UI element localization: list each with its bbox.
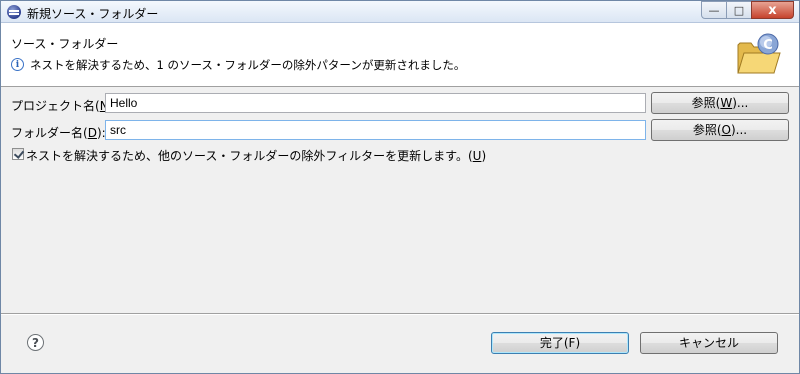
finish-button[interactable]: 完了(F) <box>491 332 629 354</box>
minimize-icon: — <box>708 3 720 17</box>
new-source-folder-dialog: 新規ソース・フォルダー — □ x ソース・フォルダー i ネストを解決するため… <box>0 0 800 374</box>
folder-name-label: フォルダー名(D): <box>11 126 106 140</box>
project-browse-button[interactable]: 参照(W)... <box>651 92 789 114</box>
cancel-button[interactable]: キャンセル <box>640 332 778 354</box>
help-icon[interactable]: ? <box>27 334 44 351</box>
title-bar[interactable]: 新規ソース・フォルダー — □ x <box>1 1 799 23</box>
close-button[interactable]: x <box>751 1 794 19</box>
banner-title: ソース・フォルダー <box>11 37 119 51</box>
minimize-button[interactable]: — <box>701 1 727 19</box>
update-exclusion-filter-checkbox[interactable] <box>12 148 24 160</box>
banner-message: ネストを解決するため、1 のソース・フォルダーの除外パターンが更新されました。 <box>30 58 466 72</box>
project-name-label: プロジェクト名(N): <box>11 99 117 113</box>
folder-name-input[interactable] <box>105 120 646 140</box>
c-letter-icon: C <box>763 38 773 53</box>
footer-separator <box>1 313 799 315</box>
eclipse-app-icon <box>7 5 21 19</box>
header-banner: ソース・フォルダー i ネストを解決するため、1 のソース・フォルダーの除外パタ… <box>1 23 799 87</box>
window-title: 新規ソース・フォルダー <box>27 7 159 21</box>
new-source-folder-icon: C <box>737 33 781 74</box>
close-icon: x <box>768 2 777 18</box>
folder-browse-button[interactable]: 参照(O)... <box>651 119 789 141</box>
project-name-input[interactable] <box>105 93 646 113</box>
maximize-icon: □ <box>733 3 745 17</box>
update-exclusion-filter-label[interactable]: ネストを解決するため、他のソース・フォルダーの除外フィルターを更新します。(U) <box>26 147 486 164</box>
info-icon: i <box>11 58 24 71</box>
window-controls: — □ x <box>701 1 794 19</box>
maximize-button[interactable]: □ <box>726 1 752 19</box>
